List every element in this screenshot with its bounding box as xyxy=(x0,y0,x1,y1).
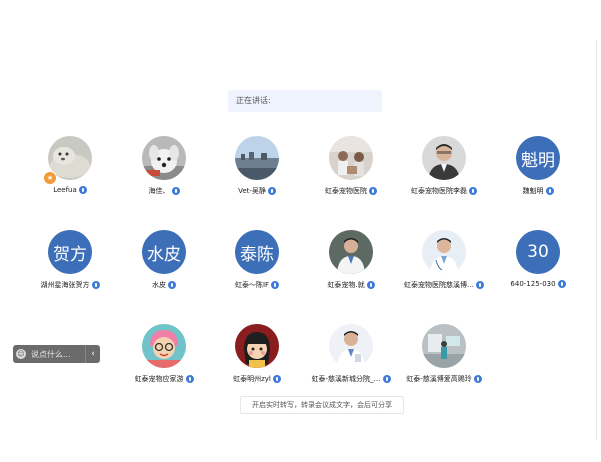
window-edge xyxy=(596,40,597,440)
landscape-photo-icon xyxy=(235,136,279,180)
host-badge-icon: ★ xyxy=(43,171,57,185)
speaking-label: 正在讲话: xyxy=(236,96,271,105)
clinic-photo-icon xyxy=(329,136,373,180)
participant-name: 湖州星海张贺方 xyxy=(24,280,116,290)
participant-name: 虹泰宠物医院 xyxy=(305,186,397,196)
transcription-prompt-text: 开启实时转写，转录会议成文字，会后可分享 xyxy=(252,401,392,409)
cartoon-girl-photo-icon xyxy=(235,324,279,368)
chat-input[interactable]: ☺ 说点什么... ‹ xyxy=(13,345,100,363)
participant-name: 海佳、 xyxy=(118,186,210,196)
avatar: 水皮 xyxy=(142,230,186,274)
mic-icon xyxy=(469,187,477,195)
participant-tile[interactable]: 虹泰宠物.就 xyxy=(305,230,397,296)
chat-placeholder: 说点什么... xyxy=(31,349,71,359)
participant-name: 虹泰宠物.就 xyxy=(305,280,397,290)
mic-icon xyxy=(171,187,180,195)
participant-tile[interactable]: ★ Leefua xyxy=(24,136,116,202)
avatar xyxy=(422,230,466,274)
participant-tile[interactable]: 虹泰明州zyl xyxy=(211,324,303,390)
cartoon-photo-icon xyxy=(142,324,186,368)
participant-tile[interactable]: Vet-吴静 xyxy=(211,136,303,202)
avatar: 魁明 xyxy=(516,136,560,180)
participant-tile[interactable]: 30 640-125-030 xyxy=(492,230,584,296)
mic-icon xyxy=(168,281,176,289)
participant-name: 魏魁明 xyxy=(492,186,584,196)
participant-tile[interactable]: 虹泰-慈溪博爱高赐玲 xyxy=(398,324,490,390)
participant-name: 虹泰～陈IF xyxy=(211,280,303,290)
participant-tile[interactable]: 虹泰宠物医院慈溪博… xyxy=(398,230,490,296)
mic-icon xyxy=(91,281,100,289)
avatar xyxy=(142,136,186,180)
smile-icon[interactable]: ☺ xyxy=(16,349,26,359)
mic-icon xyxy=(476,281,484,289)
mic-icon xyxy=(557,280,566,288)
participant-tile[interactable]: 水皮 水皮 xyxy=(118,230,210,296)
participant-tile[interactable]: 泰陈 虹泰～陈IF xyxy=(211,230,303,296)
participant-tile[interactable]: 魁明 魏魁明 xyxy=(492,136,584,202)
avatar xyxy=(235,324,279,368)
participant-tile[interactable]: 海佳、 xyxy=(118,136,210,202)
mic-icon xyxy=(382,375,391,383)
participant-tile[interactable]: 虹泰-慈溪新城分院_… xyxy=(305,324,397,390)
mic-icon xyxy=(545,187,554,195)
doctor-photo-2-icon xyxy=(422,230,466,274)
avatar: 泰陈 xyxy=(235,230,279,274)
avatar: 贺方 xyxy=(48,230,92,274)
mic-icon xyxy=(267,187,276,195)
participant-tile[interactable]: 虹泰宠物医院李磊 xyxy=(398,136,490,202)
avatar xyxy=(235,136,279,180)
participant-name: 虹泰宠物医院慈溪博… xyxy=(398,280,490,290)
avatar xyxy=(422,324,466,368)
participant-name: 水皮 xyxy=(118,280,210,290)
avatar: 30 xyxy=(516,230,560,274)
mic-icon xyxy=(272,375,281,383)
participant-name: Vet-吴静 xyxy=(211,186,303,196)
dog-photo-icon xyxy=(142,136,186,180)
avatar xyxy=(422,136,466,180)
mic-icon xyxy=(78,186,87,194)
avatar xyxy=(142,324,186,368)
participant-name: 虹泰宠物医院李磊 xyxy=(398,186,490,196)
participant-name: Leefua xyxy=(24,186,116,194)
participant-name: 虹泰宠物应家游 xyxy=(118,374,210,384)
speaking-indicator: 正在讲话: xyxy=(228,90,382,112)
mic-icon xyxy=(271,281,280,289)
doctor-photo-icon xyxy=(329,230,373,274)
avatar xyxy=(329,136,373,180)
participant-tile[interactable]: 虹泰宠物应家游 xyxy=(118,324,210,390)
participant-tile[interactable]: 贺方 湖州星海张贺方 xyxy=(24,230,116,296)
doctor-photo-3-icon xyxy=(329,324,373,368)
mic-icon xyxy=(473,375,482,383)
avatar xyxy=(329,230,373,274)
participant-name: 虹泰-慈溪新城分院_… xyxy=(305,374,397,384)
mic-icon xyxy=(366,281,375,289)
chevron-left-icon[interactable]: ‹ xyxy=(85,345,100,363)
mic-icon xyxy=(369,187,377,195)
participant-tile[interactable]: 虹泰宠物医院 xyxy=(305,136,397,202)
participant-name: 640-125-030 xyxy=(492,280,584,288)
avatar xyxy=(329,324,373,368)
transcription-prompt[interactable]: 开启实时转写，转录会议成文字，会后可分享 xyxy=(240,396,404,414)
participant-name: 虹泰明州zyl xyxy=(211,374,303,384)
participant-name: 虹泰-慈溪博爱高赐玲 xyxy=(398,374,490,384)
man-photo-icon xyxy=(422,136,466,180)
room-photo-icon xyxy=(422,324,466,368)
mic-icon xyxy=(185,375,194,383)
